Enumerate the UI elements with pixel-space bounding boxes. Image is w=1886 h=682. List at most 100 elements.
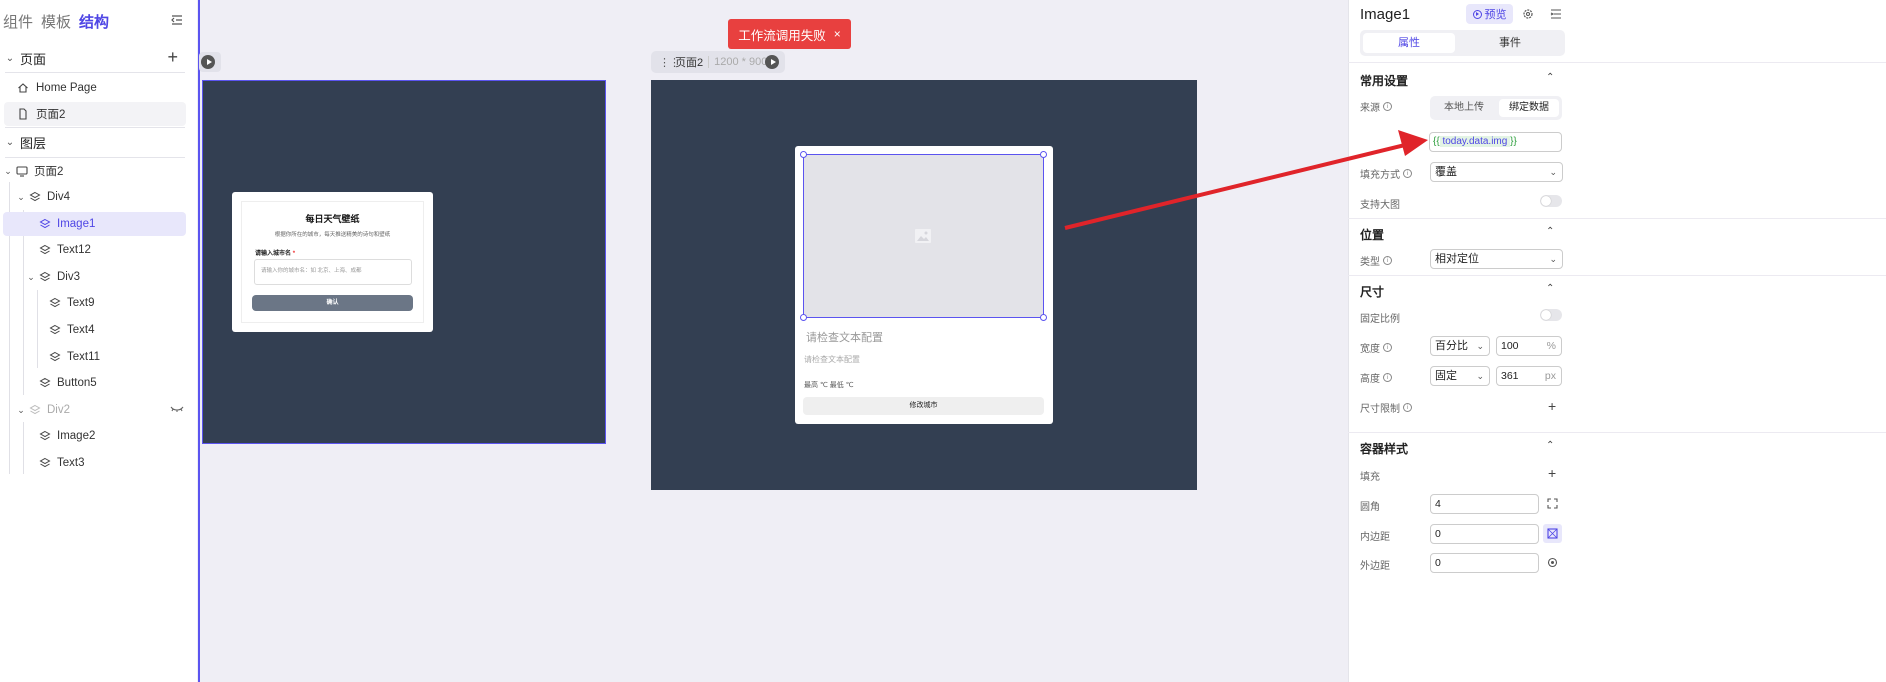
tab-components[interactable]: 组件 (3, 11, 33, 32)
chevron-up-icon[interactable]: ⌃ (1546, 72, 1558, 83)
info-icon: i (1383, 256, 1392, 265)
temperature-text: 最高 ℃ 最低 ℃ (804, 382, 854, 389)
tree-item-text9[interactable]: Text9 (48, 291, 186, 315)
layers-icon (38, 376, 52, 390)
source-label: 来源 i (1360, 99, 1392, 114)
width-input[interactable]: 100% (1496, 336, 1562, 356)
padding-label: 内边距 (1360, 532, 1390, 543)
chevron-down-icon: ⌄ (1549, 167, 1557, 177)
divider (5, 127, 185, 128)
source-local-upload[interactable]: 本地上传 (1434, 99, 1494, 117)
card-subtitle: 请检查文本配置 (804, 355, 860, 364)
panel-menu-icon[interactable] (1550, 8, 1562, 20)
resize-handle[interactable] (1040, 314, 1047, 321)
preview-label: 预览 (1484, 9, 1507, 21)
chevron-up-icon[interactable]: ⌃ (1546, 283, 1558, 294)
page-item-page2[interactable]: 页面2 (4, 102, 186, 126)
tab-events[interactable]: 事件 (1460, 33, 1560, 53)
tree-item-image1[interactable]: Image1 (3, 212, 186, 236)
close-icon[interactable]: × (834, 27, 841, 41)
play-icon[interactable] (201, 55, 215, 69)
width-mode-select[interactable]: 百分比 ⌄ (1430, 336, 1490, 356)
frame2-size: 1200 * 900 (714, 56, 768, 68)
radius-input[interactable]: 4 (1430, 494, 1539, 514)
tree-item-button5[interactable]: Button5 (38, 371, 186, 395)
fill-mode-label-text: 填充方式 (1360, 170, 1400, 181)
page-item-label: 页面2 (36, 109, 66, 121)
width-unit: % (1546, 340, 1556, 352)
divider (1348, 432, 1886, 433)
height-value: 361 (1501, 370, 1519, 382)
padding-input[interactable]: 0 (1430, 524, 1539, 544)
monitor-icon (15, 164, 29, 178)
tree-item-text4[interactable]: Text4 (48, 318, 186, 342)
source-bind-data[interactable]: 绑定数据 (1499, 99, 1559, 117)
gear-icon[interactable] (1522, 8, 1534, 20)
file-icon (16, 107, 30, 121)
city-input[interactable]: 请输入你的城市名：如 北京、上海、成都 (254, 259, 412, 285)
confirm-button[interactable]: 确认 (252, 295, 413, 311)
fill-mode-select[interactable]: 覆盖 ⌄ (1430, 162, 1563, 182)
resize-handle[interactable] (800, 151, 807, 158)
zoom-label: 支持大图 (1360, 200, 1400, 211)
chevron-up-icon[interactable]: ⌃ (1546, 440, 1558, 451)
tree-item-text11[interactable]: Text11 (48, 345, 186, 369)
resize-handle[interactable] (1040, 151, 1047, 158)
divider (5, 157, 185, 158)
tree-item-text12[interactable]: Text12 (38, 238, 186, 262)
tree-item-image2[interactable]: Image2 (38, 424, 186, 448)
layers-section-header[interactable]: ⌄ 图层 (0, 129, 190, 155)
fill-mode-value: 覆盖 (1435, 166, 1457, 178)
bind-data-input[interactable]: {{ today.data.img }} (1429, 132, 1562, 152)
corners-icon[interactable] (1547, 498, 1558, 509)
tree-item-div2[interactable]: ⌄ Div2 (14, 398, 186, 422)
divider (1348, 62, 1886, 63)
position-title: 位置 (1360, 228, 1385, 242)
chevron-down-icon: ⌄ (1476, 371, 1484, 381)
layers-icon (38, 429, 52, 443)
layers-icon (28, 190, 42, 204)
card-title: 请检查文本配置 (806, 332, 883, 344)
play-icon[interactable] (765, 55, 779, 69)
drag-handle-icon[interactable]: ⋮⋮ (659, 56, 680, 69)
resize-handle[interactable] (800, 314, 807, 321)
tab-properties[interactable]: 属性 (1363, 33, 1455, 53)
tree-item-text3[interactable]: Text3 (38, 451, 186, 475)
chevron-down-icon: ⌄ (4, 165, 12, 176)
height-unit: px (1544, 370, 1556, 382)
margin-input[interactable]: 0 (1430, 553, 1539, 573)
bind-open: {{ (1433, 136, 1440, 147)
padding-sides-button[interactable] (1543, 524, 1562, 543)
chevron-up-icon[interactable]: ⌃ (1546, 226, 1558, 237)
common-settings-title: 常用设置 (1360, 74, 1409, 88)
city-label-text: 请输入城市名 (255, 251, 292, 257)
ratio-toggle[interactable] (1540, 309, 1562, 321)
height-input[interactable]: 361 px (1496, 366, 1562, 386)
pages-section-header[interactable]: ⌄ 页面 + (0, 45, 190, 71)
zoom-toggle[interactable] (1540, 195, 1562, 207)
height-label: 高度 i (1360, 370, 1392, 385)
collapse-panel-icon[interactable] (170, 13, 184, 27)
image-placeholder-icon (915, 229, 931, 243)
tree-guide (23, 210, 24, 395)
margin-settings-icon[interactable] (1547, 557, 1558, 568)
size-title: 尺寸 (1360, 285, 1385, 299)
eye-off-icon[interactable] (170, 405, 184, 415)
preview-button[interactable]: 预览 (1466, 4, 1513, 24)
height-mode-select[interactable]: 固定 ⌄ (1430, 366, 1490, 386)
divider (1348, 275, 1886, 276)
change-city-button[interactable]: 修改城市 (803, 397, 1044, 415)
tree-item-root[interactable]: ⌄ 页面2 (1, 159, 186, 183)
tree-item-div4[interactable]: ⌄ Div4 (14, 185, 186, 209)
tab-structure[interactable]: 结构 (79, 11, 109, 32)
page-item-home[interactable]: Home Page (4, 76, 186, 100)
tree-item-div3[interactable]: ⌄ Div3 (24, 265, 186, 289)
panel-divider[interactable] (198, 0, 200, 682)
tab-templates[interactable]: 模板 (41, 11, 71, 32)
add-fill-icon[interactable]: + (1548, 466, 1556, 480)
position-type-select[interactable]: 相对定位 ⌄ (1430, 249, 1563, 269)
add-page-icon[interactable]: + (167, 48, 178, 66)
add-size-limit-icon[interactable]: + (1548, 399, 1556, 413)
chevron-down-icon: ⌄ (17, 404, 25, 415)
city-label: 请输入城市名 * (255, 248, 295, 257)
